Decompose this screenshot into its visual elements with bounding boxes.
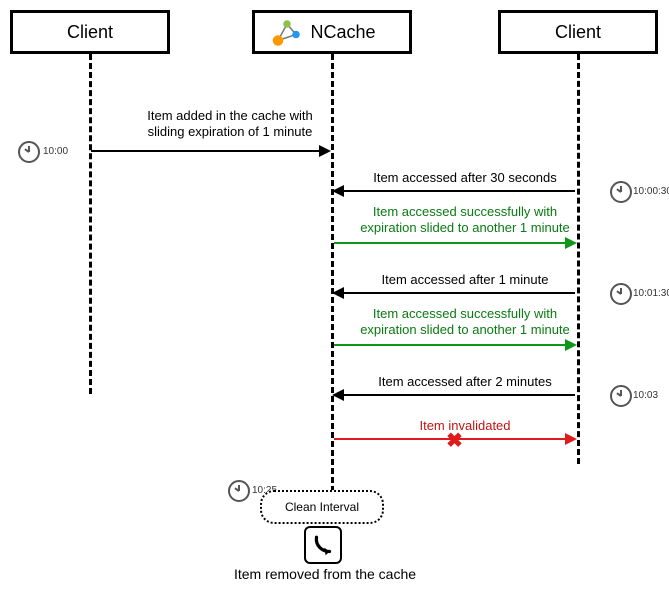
clock-time: 10:00:30	[633, 186, 669, 197]
arrowhead-right-icon	[319, 145, 331, 157]
arrow-add-item	[91, 150, 329, 152]
message-label-add-item: Item added in the cache withsliding expi…	[100, 108, 360, 141]
message-label-access-2m: Item accessed after 2 minutes	[335, 374, 595, 390]
arrow-success-2	[334, 344, 575, 346]
lifeline-client-right	[577, 54, 580, 464]
clock-icon	[18, 141, 40, 163]
clock-time: 10:00	[43, 146, 68, 157]
arrow-success-1	[334, 242, 575, 244]
lifeline-client-left	[89, 54, 92, 394]
arrow-invalidated: ✖	[334, 438, 575, 440]
message-label-access-30s: Item accessed after 30 seconds	[335, 170, 595, 186]
cross-icon: ✖	[446, 428, 463, 453]
clean-interval-label: Clean Interval	[285, 500, 359, 514]
ncache-logo-icon	[272, 18, 302, 48]
clock-icon	[610, 181, 632, 203]
remove-caption: Item removed from the cache	[200, 566, 450, 582]
arrowhead-left-icon	[332, 185, 344, 197]
arrowhead-left-icon	[332, 389, 344, 401]
participant-client-left: Client	[10, 10, 170, 54]
participant-client-right: Client	[498, 10, 658, 54]
arrowhead-right-icon	[565, 433, 577, 445]
participant-label: NCache	[310, 22, 375, 43]
clock-time: 10:01:30	[633, 288, 669, 299]
message-label-success-2: Item accessed successfully withexpiratio…	[335, 306, 595, 339]
arrow-access-30s	[334, 190, 575, 192]
participant-label: Client	[67, 22, 113, 43]
remove-action-icon	[304, 526, 342, 564]
message-label-success-1: Item accessed successfully withexpiratio…	[335, 204, 595, 237]
arrowhead-right-icon	[565, 339, 577, 351]
message-label-invalidated: Item invalidated	[335, 418, 595, 434]
clock-icon	[228, 480, 250, 502]
clean-interval-note: Clean Interval	[260, 490, 384, 524]
clock-icon	[610, 283, 632, 305]
arrow-access-1m	[334, 292, 575, 294]
arrow-access-2m	[334, 394, 575, 396]
message-label-access-1m: Item accessed after 1 minute	[335, 272, 595, 288]
clock-time: 10:03	[633, 390, 658, 401]
participant-label: Client	[555, 22, 601, 43]
sequence-diagram: Client NCache Client Item added in the c…	[0, 0, 669, 595]
arrowhead-left-icon	[332, 287, 344, 299]
arrowhead-right-icon	[565, 237, 577, 249]
clock-icon	[610, 385, 632, 407]
